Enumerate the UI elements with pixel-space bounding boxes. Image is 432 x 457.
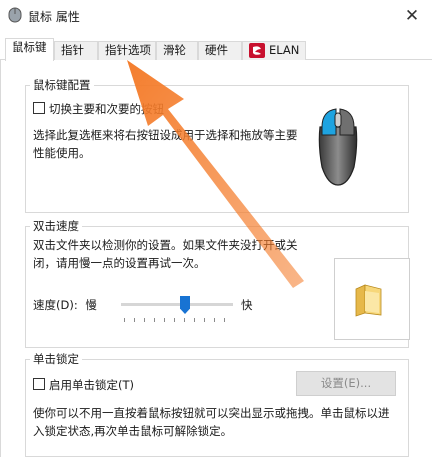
description-line: 双击文件夹以检测你的设置。如果文件夹没打开或关 — [33, 238, 298, 252]
group-legend: 单击锁定 — [33, 352, 79, 366]
description-line: 入锁定状态,再次单击鼠标可解除锁定。 — [33, 424, 233, 438]
speed-label-text: 速度(D): — [33, 298, 78, 312]
tab-pointers[interactable]: 指针 — [54, 41, 98, 60]
tab-wheel[interactable]: 滑轮 — [156, 41, 198, 60]
slider-tick — [194, 318, 195, 322]
tab-label: 指针选项 — [105, 43, 151, 57]
tab-label: 硬件 — [205, 43, 228, 57]
tab-label: 滑轮 — [163, 43, 186, 57]
slider-tick — [144, 318, 145, 322]
title-bar: 鼠标 属性 ✕ — [0, 0, 432, 34]
mouse-icon — [318, 108, 358, 186]
speed-label: 速度(D): 慢 — [33, 297, 97, 313]
slider-tick — [164, 318, 165, 322]
speed-slider-track[interactable] — [121, 303, 233, 306]
description-line: 使你可以不用一直按着鼠标按钮就可以突出显示或拖拽。单击鼠标以进 — [33, 406, 390, 420]
test-area[interactable] — [334, 258, 410, 340]
elan-logo-icon — [249, 43, 265, 58]
checkbox-box[interactable] — [33, 102, 45, 114]
click-lock-settings-button[interactable]: 设置(E)... — [296, 371, 396, 396]
description-line: 选择此复选框来将右按钮设成用于选择和拖放等主要 — [33, 128, 298, 142]
slider-tick — [124, 318, 125, 322]
fast-label: 快 — [241, 298, 253, 312]
tab-hardware[interactable]: 硬件 — [198, 41, 242, 60]
tab-bar: 鼠标键 指针 指针选项 滑轮 硬件 ELAN — [0, 38, 432, 61]
click-lock-description: 使你可以不用一直按着鼠标按钮就可以突出显示或拖拽。单击鼠标以进 入锁定状态,再次… — [33, 404, 413, 440]
close-icon: ✕ — [404, 6, 420, 26]
group-legend: 双击速度 — [33, 219, 79, 233]
slider-tick — [224, 318, 225, 322]
slider-tick — [184, 318, 185, 322]
checkbox-label: 启用单击锁定(T) — [49, 378, 134, 392]
tab-buttons[interactable]: 鼠标键 — [5, 38, 54, 61]
mouse-app-icon — [8, 7, 22, 23]
tab-label: 指针 — [61, 43, 84, 57]
slider-tick — [174, 318, 175, 322]
slider-tick — [134, 318, 135, 322]
double-click-description: 双击文件夹以检测你的设置。如果文件夹没打开或关 闭，请用慢一点的设置再试一次。 — [33, 236, 333, 272]
slider-tick — [204, 318, 205, 322]
close-button[interactable]: ✕ — [398, 4, 426, 28]
description-line: 闭，请用慢一点的设置再试一次。 — [33, 256, 206, 270]
slider-tick — [214, 318, 215, 322]
folder-icon[interactable] — [353, 283, 383, 317]
tab-label: 鼠标键 — [12, 40, 47, 54]
tab-pointer-options[interactable]: 指针选项 — [98, 41, 156, 60]
window-title: 鼠标 属性 — [28, 10, 80, 24]
tab-label: ELAN — [269, 43, 300, 57]
click-lock-checkbox[interactable]: 启用单击锁定(T) — [33, 377, 134, 393]
switch-buttons-checkbox[interactable]: 切换主要和次要的按钮 — [33, 101, 164, 117]
group-legend: 鼠标键配置 — [33, 78, 91, 92]
slow-label: 慢 — [85, 298, 97, 312]
checkbox-box[interactable] — [33, 378, 45, 390]
description-line: 性能使用。 — [33, 146, 91, 160]
button-config-description: 选择此复选框来将右按钮设成用于选择和拖放等主要 性能使用。 — [33, 126, 303, 162]
tab-elan[interactable]: ELAN — [242, 41, 306, 60]
checkbox-label: 切换主要和次要的按钮 — [49, 102, 164, 116]
slider-tick — [154, 318, 155, 322]
